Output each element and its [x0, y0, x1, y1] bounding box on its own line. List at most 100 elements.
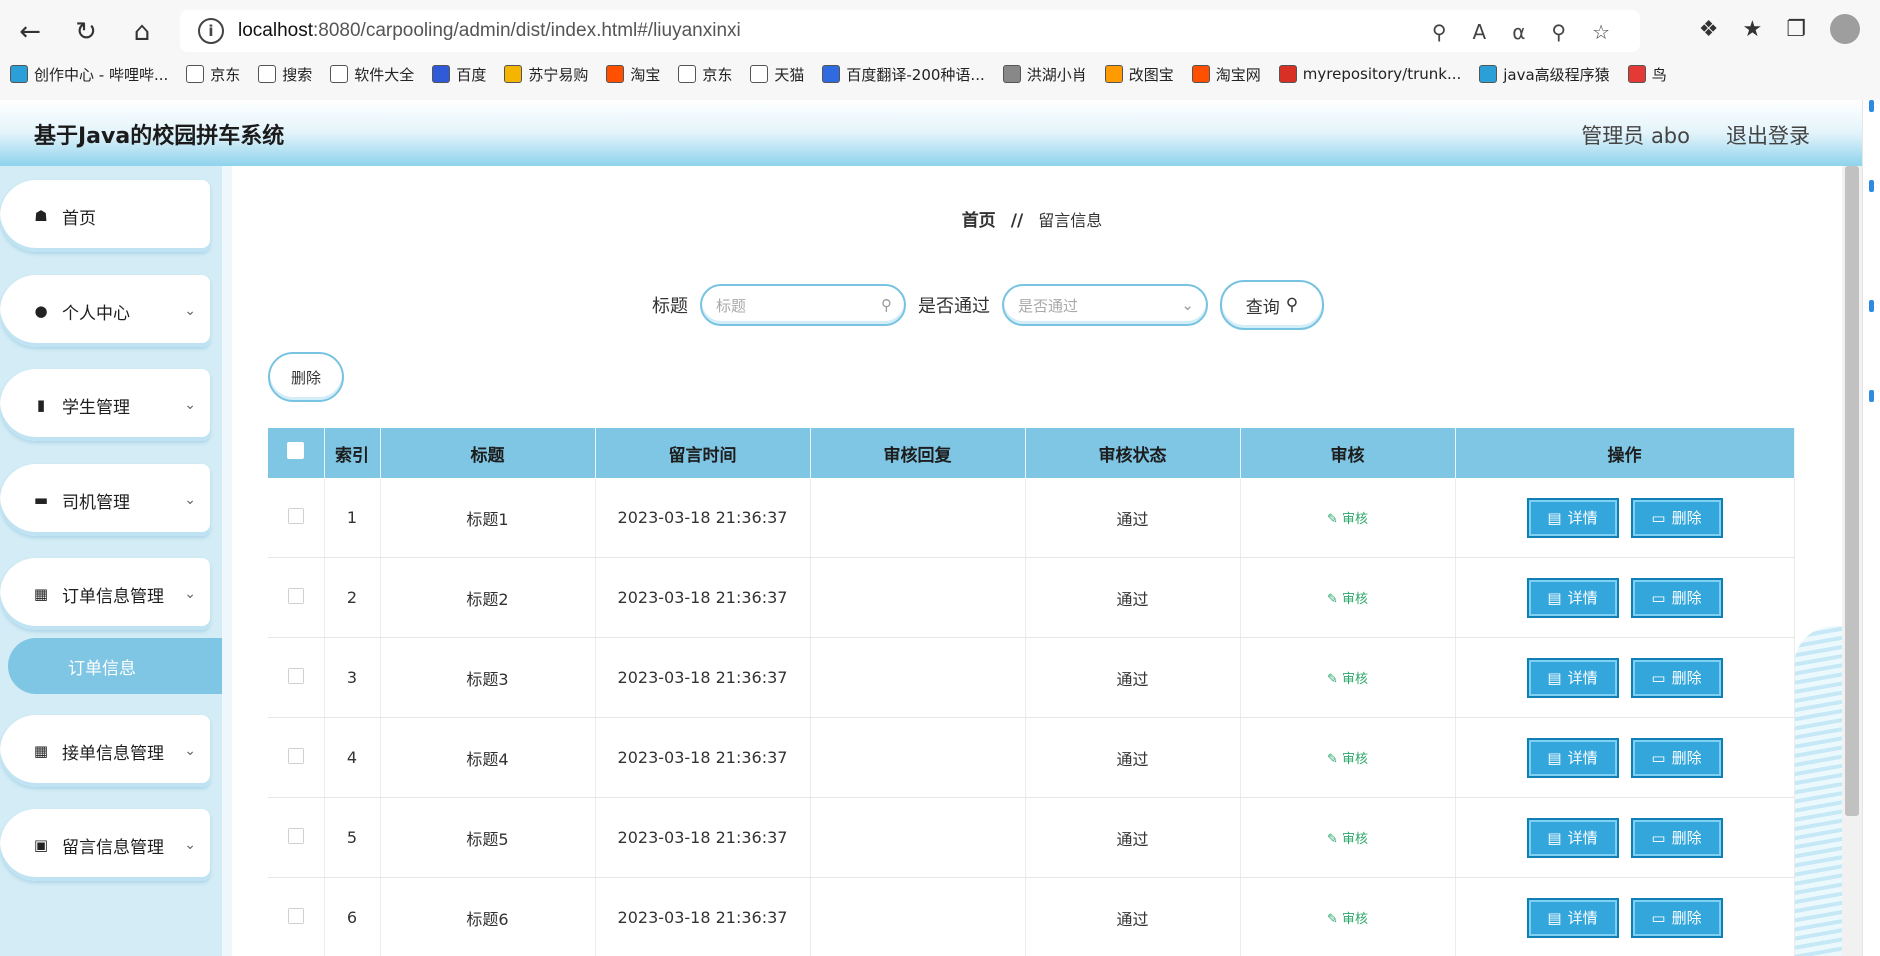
status-cell: 通过: [1025, 637, 1241, 718]
bookmark-icon: [822, 65, 841, 83]
row-checkbox[interactable]: [287, 587, 304, 604]
sidebar-item-messages[interactable]: ▣ 留言信息管理 ⌄: [0, 809, 210, 881]
submenu-item-order-info[interactable]: 订单信息: [8, 638, 222, 694]
bookmark-item[interactable]: 京东: [186, 64, 240, 85]
bookmark-item[interactable]: 搜索: [258, 64, 312, 85]
breadcrumb-home[interactable]: 首页: [962, 211, 996, 231]
detail-button[interactable]: ▤ 详情: [1526, 897, 1619, 938]
bookmark-item[interactable]: 软件大全: [330, 64, 414, 85]
sidebar-item-students[interactable]: ▮ 学生管理 ⌄: [0, 369, 210, 441]
favorites-icon[interactable]: ★: [1743, 17, 1763, 42]
status-cell: 通过: [1025, 877, 1241, 956]
extensions-icon[interactable]: ❖: [1699, 17, 1719, 42]
delete-button[interactable]: ▭ 删除: [1630, 737, 1723, 778]
index-cell: 2: [324, 557, 381, 638]
bookmark-item[interactable]: 京东: [678, 64, 732, 85]
row-checkbox[interactable]: [287, 667, 304, 684]
delete-button[interactable]: ▭ 删除: [1630, 817, 1723, 858]
translate-icon[interactable]: α: [1512, 20, 1525, 44]
row-checkbox[interactable]: [287, 507, 304, 524]
audit-link[interactable]: ✎ 审核: [1327, 512, 1368, 527]
delete-button[interactable]: ▭ 删除: [1630, 897, 1723, 938]
bar-chart-icon: ▮: [36, 396, 46, 414]
sidebar-item-drivers[interactable]: ▬ 司机管理 ⌄: [0, 464, 210, 536]
user-icon: ●: [34, 302, 48, 320]
home-icon[interactable]: ⌂: [124, 14, 160, 50]
detail-button[interactable]: ▤ 详情: [1526, 657, 1619, 698]
app-title: 基于Java的校园拼车系统: [34, 124, 285, 149]
title-cell: 标题5: [380, 797, 596, 878]
bookmark-item[interactable]: 百度翻译-200种语...: [822, 64, 985, 85]
favorite-add-icon[interactable]: ☆: [1592, 20, 1610, 44]
bookmark-item[interactable]: 百度: [432, 64, 486, 85]
read-aloud-icon[interactable]: A: [1473, 20, 1487, 44]
delete-button[interactable]: ▭ 删除: [1630, 657, 1723, 698]
back-icon[interactable]: ←: [12, 14, 48, 50]
select-all-checkbox[interactable]: [287, 442, 305, 459]
audit-link[interactable]: ✎ 审核: [1327, 672, 1368, 687]
url-text[interactable]: localhost:8080/carpooling/admin/dist/ind…: [238, 20, 741, 42]
delete-button[interactable]: ▭ 删除: [1630, 577, 1723, 618]
status-cell: 通过: [1025, 797, 1241, 878]
bookmark-item[interactable]: java高级程序猿: [1479, 64, 1610, 85]
key-icon[interactable]: ⚲: [1432, 20, 1447, 44]
scrollbar-thumb[interactable]: [1845, 166, 1859, 816]
bookmark-label: 洪湖小肖: [1026, 65, 1087, 84]
detail-button[interactable]: ▤ 详情: [1526, 737, 1619, 778]
site-info-icon[interactable]: i: [198, 18, 224, 44]
detail-button[interactable]: ▤ 详情: [1526, 817, 1619, 858]
bookmark-item[interactable]: 淘宝网: [1191, 64, 1261, 85]
bookmark-label: 创作中心 - 哔哩哔...: [34, 65, 169, 84]
detail-button[interactable]: ▤ 详情: [1526, 497, 1619, 538]
sidebar-item-label: 订单信息管理: [62, 586, 164, 607]
row-checkbox[interactable]: [287, 827, 304, 844]
audit-link[interactable]: ✎ 审核: [1327, 752, 1368, 767]
bookmark-item[interactable]: 淘宝: [606, 64, 660, 85]
address-bar[interactable]: i localhost:8080/carpooling/admin/dist/i…: [180, 10, 1640, 52]
trash-icon: ▭: [1651, 828, 1666, 847]
table-row: 1 标题1 2023-03-18 21:36:37 通过 ✎ 审核 ▤ 详情 ▭ 删除: [268, 478, 1795, 558]
bookmark-item[interactable]: 苏宁易购: [504, 64, 588, 85]
batch-delete-button[interactable]: 删除: [268, 352, 344, 402]
grid-icon: ▦: [33, 585, 49, 603]
bookmark-item[interactable]: 洪湖小肖: [1002, 64, 1087, 85]
profile-avatar[interactable]: [1830, 14, 1860, 44]
sidebar-item-home[interactable]: ☗ 首页: [0, 180, 210, 252]
browser-sidebar-edge: [1862, 100, 1880, 956]
delete-button[interactable]: ▭ 删除: [1630, 497, 1723, 538]
delete-label: 删除: [1671, 669, 1702, 687]
pass-select-placeholder: 是否通过: [1018, 296, 1079, 315]
bookmark-item[interactable]: 创作中心 - 哔哩哔...: [10, 64, 168, 85]
bookmark-item[interactable]: 天猫: [750, 64, 804, 85]
detail-button[interactable]: ▤ 详情: [1526, 577, 1619, 618]
bookmark-label: 鸟: [1651, 65, 1667, 84]
sidebar-item-accept-orders[interactable]: ▦ 接单信息管理 ⌄: [0, 715, 210, 787]
bookmarks-bar: 创作中心 - 哔哩哔... 京东 搜索 软件大全 百度 苏宁易购 淘宝 京东 天猫 百度翻译-20…: [10, 60, 1667, 88]
reply-cell: [810, 797, 1026, 878]
time-cell: 2023-03-18 21:36:37: [595, 478, 811, 558]
zoom-icon[interactable]: ⚲: [1551, 20, 1566, 44]
main-scrollbar[interactable]: [1842, 166, 1862, 956]
sidebar-item-personal-center[interactable]: ● 个人中心 ⌄: [0, 275, 210, 347]
sidebar-item-label: 留言信息管理: [62, 837, 164, 858]
document-icon: ▤: [1547, 828, 1562, 847]
reload-icon[interactable]: ↻: [68, 14, 104, 50]
audit-link[interactable]: ✎ 审核: [1327, 832, 1368, 847]
collections-icon[interactable]: ❐: [1786, 17, 1806, 42]
status-cell: 通过: [1025, 478, 1241, 558]
bookmark-item[interactable]: 改图宝: [1104, 64, 1174, 85]
query-button[interactable]: 查询 ⚲: [1220, 280, 1324, 330]
sidebar-item-orders[interactable]: ▦ 订单信息管理 ⌄: [0, 558, 210, 630]
audit-link[interactable]: ✎ 审核: [1327, 592, 1368, 607]
row-checkbox[interactable]: [287, 747, 304, 764]
bookmark-item[interactable]: myrepository/trunk...: [1278, 65, 1461, 83]
pass-select[interactable]: 是否通过 ⌄: [1002, 284, 1208, 326]
delete-label: 删除: [1671, 509, 1702, 527]
bookmark-label: 软件大全: [354, 65, 415, 84]
audit-link[interactable]: ✎ 审核: [1327, 912, 1368, 927]
logout-link[interactable]: 退出登录: [1726, 120, 1810, 150]
title-search-input[interactable]: 标题 ⚲: [700, 284, 906, 326]
bookmark-item[interactable]: 鸟: [1627, 64, 1667, 85]
row-checkbox[interactable]: [287, 907, 304, 924]
audit-label: 审核: [1342, 832, 1369, 847]
